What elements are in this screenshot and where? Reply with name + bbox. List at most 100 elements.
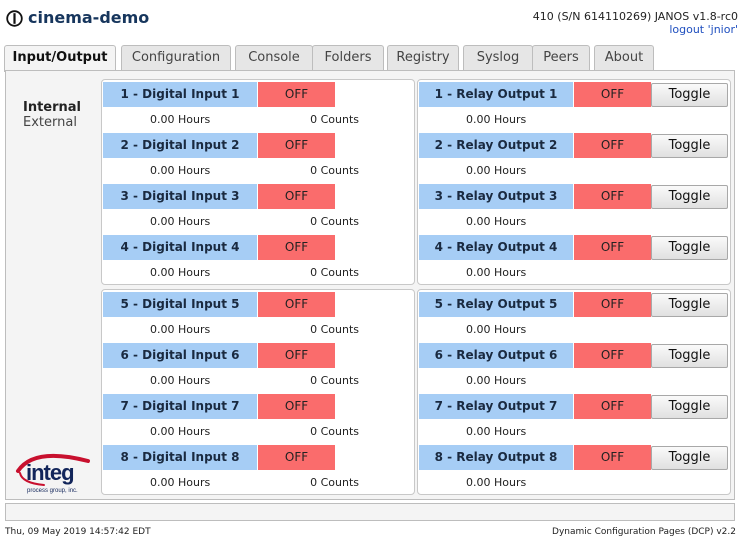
status-bar	[5, 503, 735, 521]
device-title: cinema-demo	[28, 8, 150, 27]
input-hours: 0.00 Hours	[150, 425, 211, 438]
external-link[interactable]: External	[23, 115, 81, 130]
outputs-group-2: 5 - Relay Output 5 OFF Toggle 0.00 Hours…	[417, 289, 731, 495]
input-label: 8 - Digital Input 8	[103, 445, 257, 470]
input-hours: 0.00 Hours	[150, 323, 211, 336]
output-state: OFF	[574, 343, 651, 368]
output-label: 7 - Relay Output 7	[419, 394, 573, 419]
input-label: 1 - Digital Input 1	[103, 82, 257, 107]
toggle-button[interactable]: Toggle	[651, 236, 728, 260]
input-hours: 0.00 Hours	[150, 113, 211, 126]
input-row: 1 - Digital Input 1 OFF 0.00 Hours 0 Cou…	[102, 82, 414, 133]
output-hours: 0.00 Hours	[466, 323, 527, 336]
tab-syslog[interactable]: Syslog	[463, 45, 533, 70]
output-state: OFF	[574, 394, 651, 419]
input-counts: 0 Counts	[310, 476, 359, 489]
logout-link[interactable]: logout 'jnior'	[669, 23, 738, 36]
input-hours: 0.00 Hours	[150, 266, 211, 279]
output-label: 2 - Relay Output 2	[419, 133, 573, 158]
input-hours: 0.00 Hours	[150, 164, 211, 177]
output-row: 6 - Relay Output 6 OFF Toggle 0.00 Hours	[418, 343, 730, 394]
input-state: OFF	[258, 445, 335, 470]
input-state: OFF	[258, 235, 335, 260]
input-label: 4 - Digital Input 4	[103, 235, 257, 260]
input-counts: 0 Counts	[310, 113, 359, 126]
input-hours: 0.00 Hours	[150, 374, 211, 387]
integ-logo: integ process group, inc.	[16, 453, 90, 494]
input-state: OFF	[258, 394, 335, 419]
output-label: 3 - Relay Output 3	[419, 184, 573, 209]
internal-link[interactable]: Internal	[23, 100, 81, 115]
tab-about[interactable]: About	[594, 45, 654, 70]
toggle-button[interactable]: Toggle	[651, 134, 728, 158]
top-bar: cinema-demo 410 (S/N 614110269) JANOS v1…	[0, 0, 744, 40]
output-row: 3 - Relay Output 3 OFF Toggle 0.00 Hours	[418, 184, 730, 235]
logo-tagline: process group, inc.	[27, 488, 78, 494]
output-hours: 0.00 Hours	[466, 374, 527, 387]
logo-wordmark: integ	[26, 460, 74, 485]
input-hours: 0.00 Hours	[150, 215, 211, 228]
inputs-group-2: 5 - Digital Input 5 OFF 0.00 Hours 0 Cou…	[101, 289, 415, 495]
footer-version: Dynamic Configuration Pages (DCP) v2.2	[552, 527, 736, 537]
serial-info: 410 (S/N 614110269) JANOS v1.8-rc0	[532, 10, 738, 23]
input-row: 6 - Digital Input 6 OFF 0.00 Hours 0 Cou…	[102, 343, 414, 394]
output-row: 1 - Relay Output 1 OFF Toggle 0.00 Hours	[418, 82, 730, 133]
toggle-button[interactable]: Toggle	[651, 395, 728, 419]
output-state: OFF	[574, 235, 651, 260]
output-row: 2 - Relay Output 2 OFF Toggle 0.00 Hours	[418, 133, 730, 184]
output-hours: 0.00 Hours	[466, 164, 527, 177]
input-label: 2 - Digital Input 2	[103, 133, 257, 158]
output-label: 1 - Relay Output 1	[419, 82, 573, 107]
input-label: 7 - Digital Input 7	[103, 394, 257, 419]
input-hours: 0.00 Hours	[150, 476, 211, 489]
output-row: 8 - Relay Output 8 OFF Toggle 0.00 Hours	[418, 445, 730, 496]
output-row: 7 - Relay Output 7 OFF Toggle 0.00 Hours	[418, 394, 730, 445]
input-row: 7 - Digital Input 7 OFF 0.00 Hours 0 Cou…	[102, 394, 414, 445]
input-counts: 0 Counts	[310, 323, 359, 336]
output-hours: 0.00 Hours	[466, 425, 527, 438]
input-label: 6 - Digital Input 6	[103, 343, 257, 368]
input-state: OFF	[258, 82, 335, 107]
output-row: 4 - Relay Output 4 OFF Toggle 0.00 Hours	[418, 235, 730, 286]
input-row: 5 - Digital Input 5 OFF 0.00 Hours 0 Cou…	[102, 292, 414, 343]
input-state: OFF	[258, 343, 335, 368]
output-hours: 0.00 Hours	[466, 476, 527, 489]
toggle-button[interactable]: Toggle	[651, 446, 728, 470]
input-row: 8 - Digital Input 8 OFF 0.00 Hours 0 Cou…	[102, 445, 414, 496]
tab-peers[interactable]: Peers	[532, 45, 590, 70]
output-hours: 0.00 Hours	[466, 266, 527, 279]
output-hours: 0.00 Hours	[466, 113, 527, 126]
input-state: OFF	[258, 292, 335, 317]
toggle-button[interactable]: Toggle	[651, 293, 728, 317]
output-label: 5 - Relay Output 5	[419, 292, 573, 317]
outputs-group-1: 1 - Relay Output 1 OFF Toggle 0.00 Hours…	[417, 79, 731, 285]
tab-configuration[interactable]: Configuration	[121, 45, 231, 70]
output-state: OFF	[574, 184, 651, 209]
toggle-button[interactable]: Toggle	[651, 344, 728, 368]
tab-registry[interactable]: Registry	[387, 45, 459, 70]
output-label: 4 - Relay Output 4	[419, 235, 573, 260]
input-label: 5 - Digital Input 5	[103, 292, 257, 317]
output-label: 8 - Relay Output 8	[419, 445, 573, 470]
input-counts: 0 Counts	[310, 215, 359, 228]
output-hours: 0.00 Hours	[466, 215, 527, 228]
input-counts: 0 Counts	[310, 425, 359, 438]
output-label: 6 - Relay Output 6	[419, 343, 573, 368]
output-state: OFF	[574, 82, 651, 107]
input-counts: 0 Counts	[310, 266, 359, 279]
io-source-selector: Internal External	[23, 100, 81, 130]
tab-folders[interactable]: Folders	[312, 45, 384, 70]
toggle-button[interactable]: Toggle	[651, 83, 728, 107]
input-row: 2 - Digital Input 2 OFF 0.00 Hours 0 Cou…	[102, 133, 414, 184]
io-panel: Internal External 1 - Digital Input 1 OF…	[5, 70, 735, 500]
info-icon	[6, 10, 23, 27]
tab-input-output[interactable]: Input/Output	[4, 45, 116, 72]
input-counts: 0 Counts	[310, 164, 359, 177]
input-state: OFF	[258, 184, 335, 209]
tab-console[interactable]: Console	[235, 45, 313, 70]
output-row: 5 - Relay Output 5 OFF Toggle 0.00 Hours	[418, 292, 730, 343]
output-state: OFF	[574, 292, 651, 317]
output-state: OFF	[574, 445, 651, 470]
toggle-button[interactable]: Toggle	[651, 185, 728, 209]
inputs-group-1: 1 - Digital Input 1 OFF 0.00 Hours 0 Cou…	[101, 79, 415, 285]
